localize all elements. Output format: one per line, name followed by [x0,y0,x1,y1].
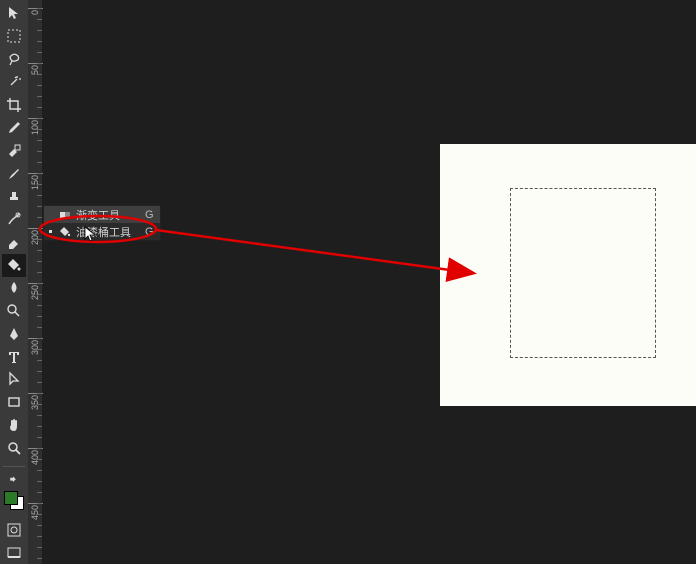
color-swatches[interactable] [2,489,26,513]
shape-tool[interactable] [2,391,26,414]
ruler-label: 150 [30,175,40,190]
ruler-label: 350 [30,395,40,410]
dodge-tool[interactable] [2,299,26,322]
flyout-item-label: 渐变工具 [76,207,141,223]
eraser-tool[interactable] [2,231,26,254]
crop-tool[interactable] [2,94,26,117]
flyout-item-shortcut: G [145,226,154,238]
flyout-item-shortcut: G [145,209,154,221]
vertical-ruler: 0 50 100 150 200 250 300 350 400 450 [28,0,43,564]
ruler-label: 100 [30,120,40,135]
ruler-label: 250 [30,285,40,300]
brush-tool[interactable] [2,162,26,185]
hand-tool[interactable] [2,414,26,437]
tools-panel [0,0,28,564]
toolbar-divider [3,466,25,467]
magic-wand-tool[interactable] [2,71,26,94]
clone-stamp-tool[interactable] [2,185,26,208]
screenmode-tool[interactable] [2,541,26,564]
tool-flyout-menu: 渐变工具 G 油漆桶工具 G [43,205,161,241]
marquee-selection[interactable] [510,188,656,358]
ruler-label: 400 [30,450,40,465]
eyedropper-tool[interactable] [2,116,26,139]
move-tool[interactable] [2,2,26,25]
ruler-label: 0 [30,10,40,15]
flyout-active-dot [48,229,54,235]
ruler-label: 200 [30,230,40,245]
canvas-area[interactable] [43,0,696,564]
flyout-active-dot [48,212,54,218]
ruler-label: 300 [30,340,40,355]
swap-colors-icon[interactable] [2,473,26,487]
lasso-tool[interactable] [2,48,26,71]
marquee-tool[interactable] [2,25,26,48]
ruler-label: 450 [30,505,40,520]
quickmask-tool[interactable] [2,518,26,541]
gradient-icon [58,208,72,222]
paint-bucket-icon [58,225,72,239]
gradient-bucket-tool[interactable] [2,254,26,277]
foreground-color-swatch[interactable] [4,491,18,505]
pen-tool[interactable] [2,322,26,345]
history-brush-tool[interactable] [2,208,26,231]
flyout-item-paint-bucket[interactable]: 油漆桶工具 G [44,223,160,240]
zoom-tool[interactable] [2,437,26,460]
spot-healing-tool[interactable] [2,139,26,162]
document-canvas[interactable] [440,144,696,406]
mouse-cursor [84,226,98,242]
flyout-item-gradient[interactable]: 渐变工具 G [44,206,160,223]
type-tool[interactable] [2,345,26,368]
path-select-tool[interactable] [2,368,26,391]
blur-tool[interactable] [2,277,26,300]
